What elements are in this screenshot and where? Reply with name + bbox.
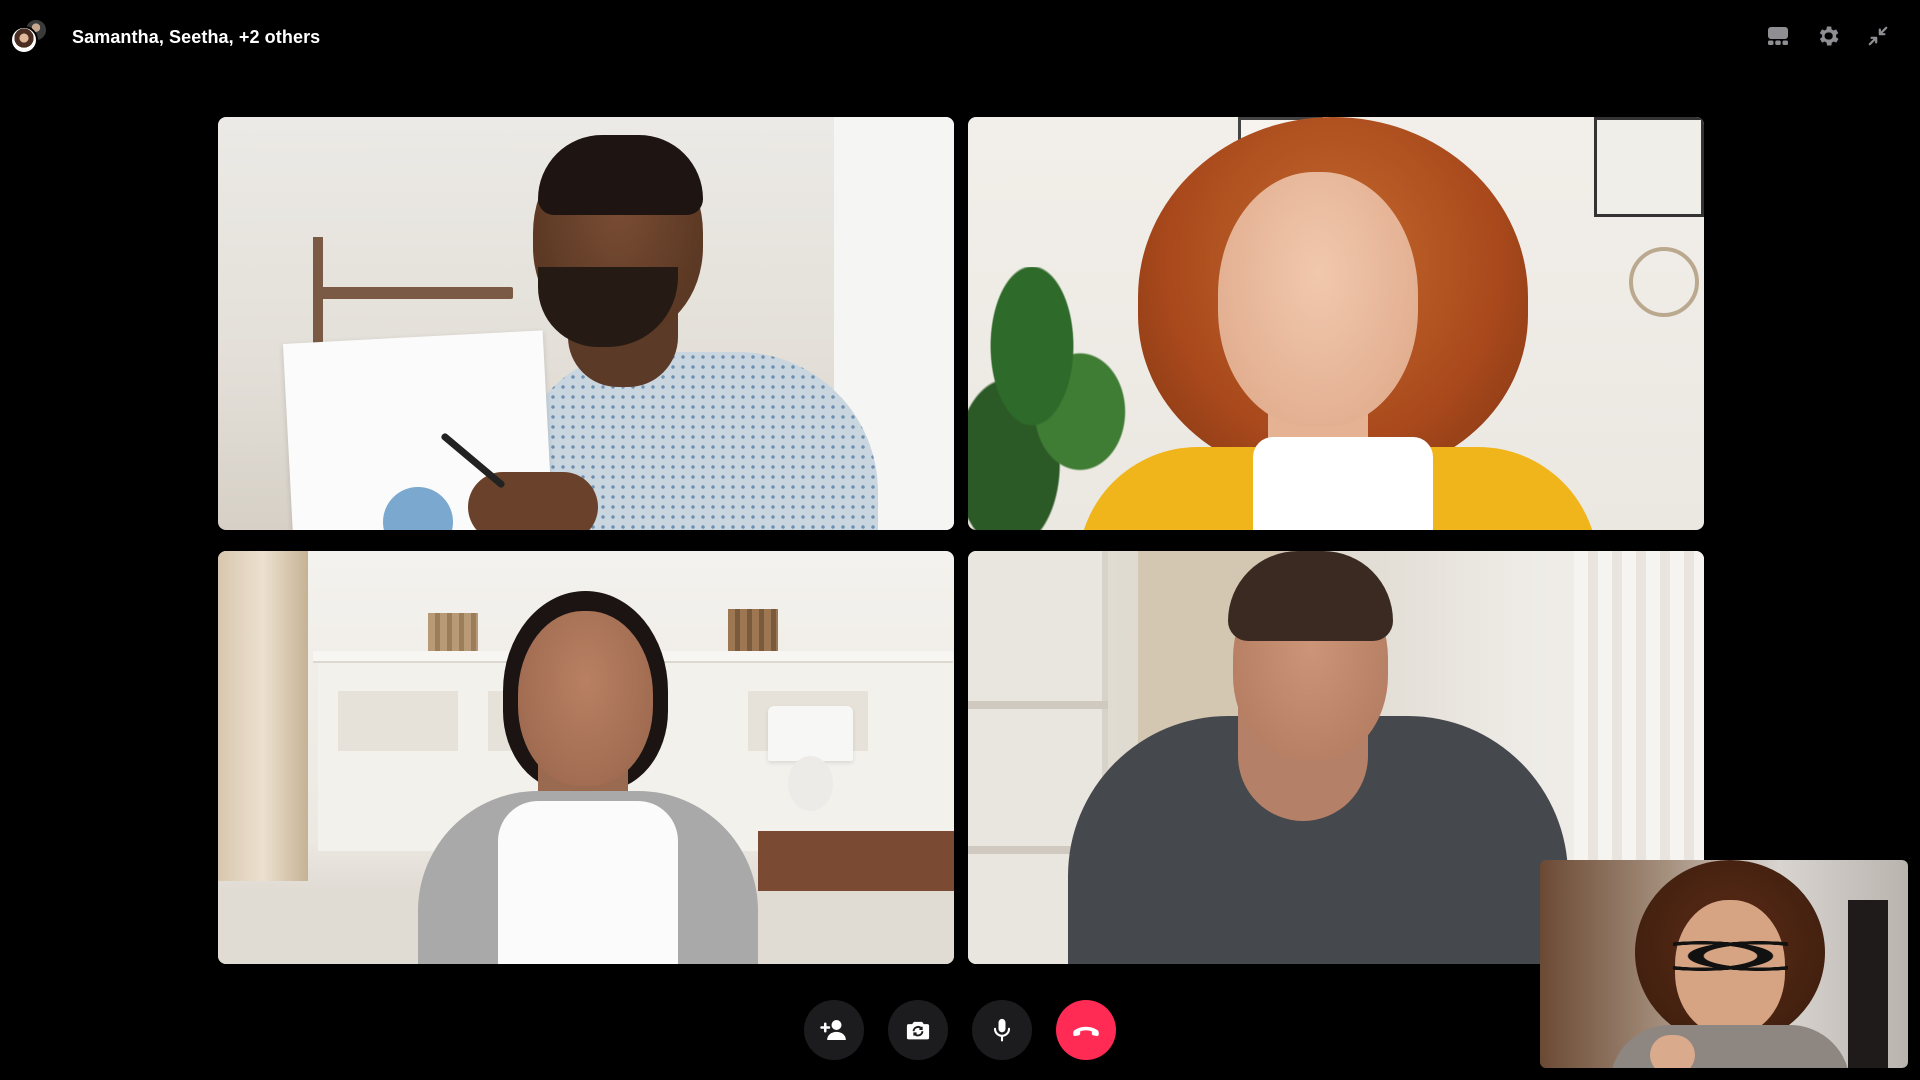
participant-face [518, 611, 653, 786]
participant-hand [468, 472, 598, 530]
top-bar: Samantha, Seetha, +2 others [0, 0, 1920, 76]
video-tile-2[interactable] [968, 117, 1704, 530]
layout-button[interactable] [1764, 22, 1792, 50]
video-tile-1[interactable] [218, 117, 954, 530]
participant-collar [1253, 437, 1433, 530]
participant-hair [538, 135, 703, 215]
gear-icon [1819, 26, 1839, 46]
background-door [1848, 900, 1888, 1068]
call-title[interactable]: Samantha, Seetha, +2 others [72, 27, 320, 48]
lamp-base [788, 756, 833, 811]
glasses [1673, 938, 1788, 974]
participant-shirt [498, 801, 678, 964]
lamp [768, 706, 853, 761]
top-actions [1764, 22, 1892, 50]
flip-camera-icon [906, 1021, 930, 1040]
microphone-button[interactable] [972, 1000, 1032, 1060]
wall-decoration [1629, 247, 1699, 317]
call-controls [804, 1000, 1116, 1060]
wall-frame [1594, 117, 1704, 217]
end-call-icon [1073, 1026, 1099, 1036]
self-view[interactable] [1540, 860, 1908, 1068]
books [728, 609, 778, 651]
microphone-icon [993, 1018, 1011, 1042]
participant-body [1610, 1025, 1850, 1068]
minimize-button[interactable] [1864, 22, 1892, 50]
settings-button[interactable] [1814, 22, 1842, 50]
minimize-icon [1868, 26, 1888, 46]
participant-hand [1650, 1035, 1695, 1068]
add-person-button[interactable] [804, 1000, 864, 1060]
layout-icon [1768, 27, 1788, 45]
shelf [313, 287, 513, 299]
add-person-icon [820, 1020, 846, 1040]
video-grid [218, 117, 1704, 965]
end-call-button[interactable] [1056, 1000, 1116, 1060]
video-tile-3[interactable] [218, 551, 954, 964]
participant-avatar [10, 26, 38, 54]
group-avatar[interactable] [10, 16, 50, 56]
books [428, 613, 478, 651]
participant-face [1218, 172, 1418, 427]
bookcase-shelf [968, 701, 1108, 709]
curtain [218, 551, 308, 881]
flip-camera-button[interactable] [888, 1000, 948, 1060]
